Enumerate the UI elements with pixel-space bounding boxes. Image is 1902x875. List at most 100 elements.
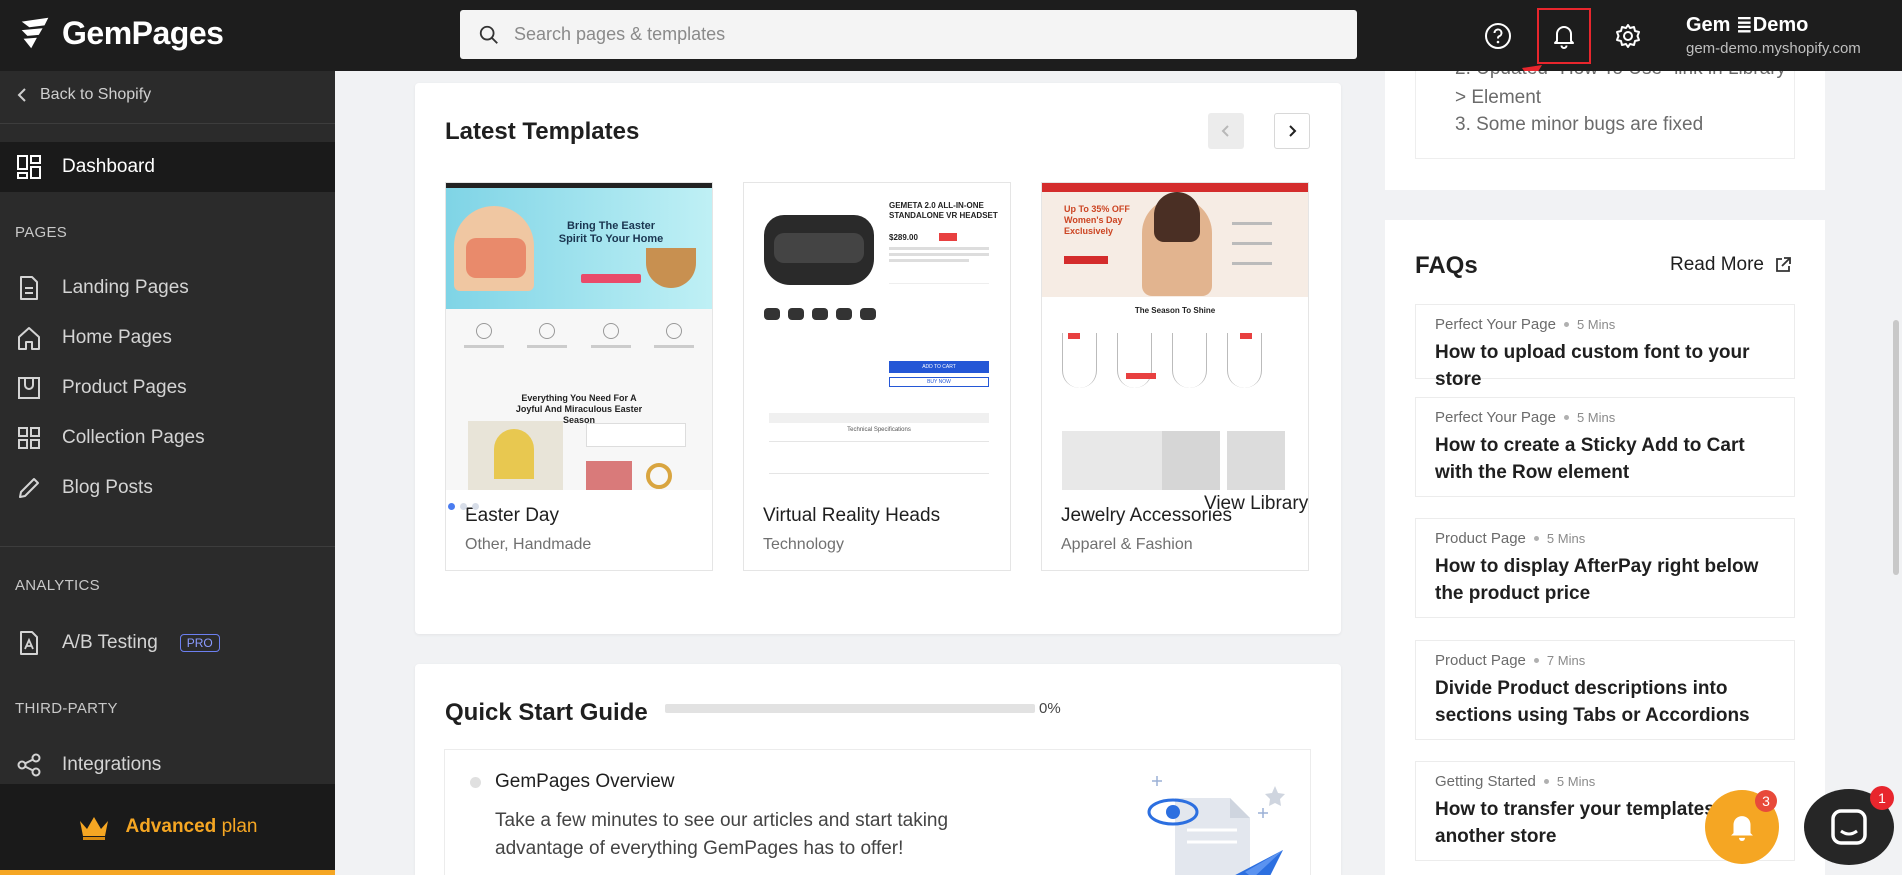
faq-item[interactable]: Product Page 5 Mins How to display AfterP… [1415,518,1795,618]
home-icon [18,327,40,350]
changelog-card: 2. Updated "How To Use" link in Library … [1385,71,1825,190]
sidebar: Back to Shopify Dashboard PAGES Landing … [0,71,335,875]
carousel-pagination[interactable] [448,503,479,510]
plan-name: Advanced [125,816,217,837]
plan-banner[interactable]: Advanced plan [0,784,335,870]
pencil-icon [19,478,39,498]
sidebar-item-integrations[interactable]: Integrations [0,740,335,790]
separator-dot [1563,415,1569,420]
template-banner-text: Bring The Easter Spirit To Your Home [558,220,664,245]
faq-read-time: 5 Mins [1576,317,1616,332]
guide-item[interactable]: GemPages Overview Take a few minutes to … [444,749,1311,875]
carousel-next-button[interactable] [1274,113,1310,149]
carousel-dot[interactable] [472,503,479,510]
sidebar-item-blog-posts[interactable]: Blog Posts [0,463,335,513]
sidebar-item-landing-pages[interactable]: Landing Pages [0,263,335,313]
faq-item[interactable]: Product Page 7 Mins Divide Product descri… [1415,640,1795,740]
quick-start-progress-bar [665,704,1035,713]
sidebar-item-home-pages[interactable]: Home Pages [0,313,335,363]
view-library-link[interactable]: View Library [1204,493,1308,515]
separator-dot [1533,658,1539,663]
faq-read-time: 5 Mins [1546,531,1586,546]
divider [0,546,335,547]
faq-read-time: 5 Mins [1576,410,1616,425]
carousel-prev-button[interactable] [1208,113,1244,149]
template-category: Apparel & Fashion [1061,536,1193,553]
template-thumbnail: GEMETA 2.0 ALL-IN-ONE STANDALONE VR HEAD… [744,183,1010,490]
faq-question: Divide Product descriptions into section… [1435,678,1750,726]
page-scrollbar[interactable] [1893,320,1899,575]
sidebar-item-label: Integrations [62,754,162,775]
chevron-left-icon [1221,125,1229,137]
sidebar-item-collection-pages[interactable]: Collection Pages [0,413,335,463]
sidebar-item-label: Home Pages [62,327,172,348]
chat-icon [1831,809,1867,845]
latest-templates-card: Latest Templates Bring The Easter Spirit… [415,83,1341,634]
template-banner-text: GEMETA 2.0 ALL-IN-ONE STANDALONE VR HEAD… [889,201,998,220]
template-price: $289.00 [889,233,918,242]
template-card-easter-day[interactable]: Bring The Easter Spirit To Your Home Eve… [445,182,713,571]
guide-illustration [1147,776,1285,875]
chevron-left-icon [17,88,26,102]
carousel-dot[interactable] [448,503,455,510]
back-label: Back to Shopify [40,86,152,103]
faq-item[interactable]: Perfect Your Page 5 Mins How to create a … [1415,397,1795,497]
document-icon [20,276,38,300]
gempages-logo-icon [21,17,49,49]
latest-templates-title: Latest Templates [445,118,640,145]
floating-notification-button[interactable]: 3 [1705,790,1779,864]
template-category: Technology [763,536,844,553]
sidebar-item-dashboard[interactable]: Dashboard [0,142,335,192]
guide-item-description: Take a few minutes to see our articles a… [495,810,949,859]
account-menu[interactable]: Gem ≣Demo gem-demo.myshopify.com [1686,12,1861,57]
notifications-button[interactable] [1542,14,1586,58]
pages-section-heading: PAGES [15,224,68,241]
bell-icon [1731,816,1753,841]
settings-button[interactable] [1606,14,1650,58]
faq-category: Getting Started [1435,773,1536,790]
separator-dot [1533,536,1539,541]
changelog-line: > Element [1455,87,1542,108]
pro-badge: PRO [179,634,220,652]
sidebar-item-ab-testing[interactable]: A/B Testing PRO [0,618,335,668]
help-button[interactable] [1476,14,1520,58]
back-to-shopify-link[interactable]: Back to Shopify [16,86,151,104]
faq-category: Product Page [1435,652,1526,669]
changelog-line: 3. Some minor bugs are fixed [1455,114,1704,135]
template-sub-text: The Season To Shine [1134,306,1216,315]
sidebar-item-label: A/B Testing [62,632,158,653]
search-icon [479,25,498,44]
logo-text: GemPages [62,14,224,51]
separator-dot [1543,779,1549,784]
guide-status-dot [470,777,481,788]
sidebar-item-product-pages[interactable]: Product Pages [0,363,335,413]
search-bar[interactable] [460,10,1357,59]
bell-icon [1554,26,1574,49]
guide-item-title: GemPages Overview [495,771,675,792]
chat-count-badge: 1 [1870,786,1894,810]
quick-start-title: Quick Start Guide [445,699,648,726]
template-card-virtual-reality[interactable]: GEMETA 2.0 ALL-IN-ONE STANDALONE VR HEAD… [743,182,1011,571]
faq-read-time: 7 Mins [1546,653,1586,668]
plan-accent-bar [0,870,335,875]
template-category: Other, Handmade [465,536,592,553]
faq-question: How to display AfterPay right below the … [1435,556,1759,604]
faq-category: Perfect Your Page [1435,409,1556,426]
template-add-to-cart: ADD TO CART [889,361,989,373]
faq-title: FAQs [1415,252,1478,279]
chat-launcher-button[interactable]: 1 [1804,786,1894,865]
carousel-dot[interactable] [460,503,467,510]
quick-start-card: Quick Start Guide 0% GemPages Overview T… [415,664,1341,875]
gempages-logo[interactable]: GemPages [16,14,224,52]
read-more-link[interactable]: Read More [1670,254,1792,276]
faq-item[interactable]: Perfect Your Page 5 Mins How to upload cu… [1415,304,1795,390]
template-buy-now: BUY NOW [889,377,989,387]
progress-percent: 0% [1039,700,1061,717]
product-icon [18,377,40,399]
template-tech-spec: Technical Specifications [847,427,911,433]
analytics-section-heading: ANALYTICS [15,577,100,594]
faq-question: How to upload custom font to your store [1435,342,1750,390]
search-input[interactable] [514,24,1314,45]
template-banner-text: Up To 35% OFF Women's Day Exclusively [1064,204,1130,236]
integrations-icon [17,753,41,777]
